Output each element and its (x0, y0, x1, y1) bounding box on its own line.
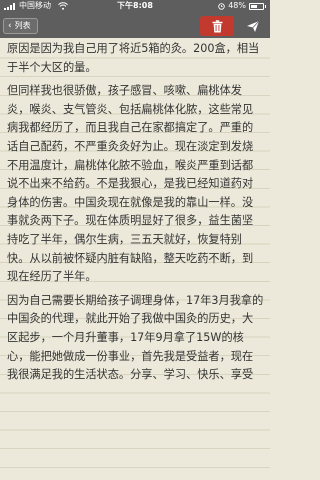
back-button-label: 列表 (14, 21, 31, 30)
note-body[interactable]: 原因是因为我自己用了将近5箱的灸。200盒，相当于半个大区的量。 但同样我也很骄… (0, 38, 270, 480)
delete-button[interactable] (200, 16, 234, 36)
share-button[interactable] (240, 16, 266, 36)
note-paragraph: 但同样我也很骄傲，孩子感冒、咳嗽、扁桃体发炎，喉炎、支气管炎、包括扁桃体化脓，这… (7, 84, 254, 284)
battery-icon (249, 2, 264, 10)
back-button[interactable]: ‹ 列表 (3, 18, 38, 34)
top-toolbar: 中国移动 下午8:08 48% ‹ 列表 (0, 0, 270, 38)
status-bar: 中国移动 下午8:08 48% (0, 0, 270, 12)
battery-percent: 48% (228, 1, 246, 10)
nav-bar: ‹ 列表 (0, 14, 270, 38)
chevron-left-icon: ‹ (8, 21, 12, 31)
alarm-icon (218, 3, 225, 10)
note-paragraph: 因为自己需要长期给孩子调理身体，17年3月我拿的中国灸的代理，就此开始了我做中国… (7, 293, 264, 382)
note-paragraph: 原因是因为我自己用了将近5箱的灸。200盒，相当于半个大区的量。 (7, 42, 260, 74)
trash-icon (212, 19, 222, 32)
send-icon (247, 20, 260, 32)
